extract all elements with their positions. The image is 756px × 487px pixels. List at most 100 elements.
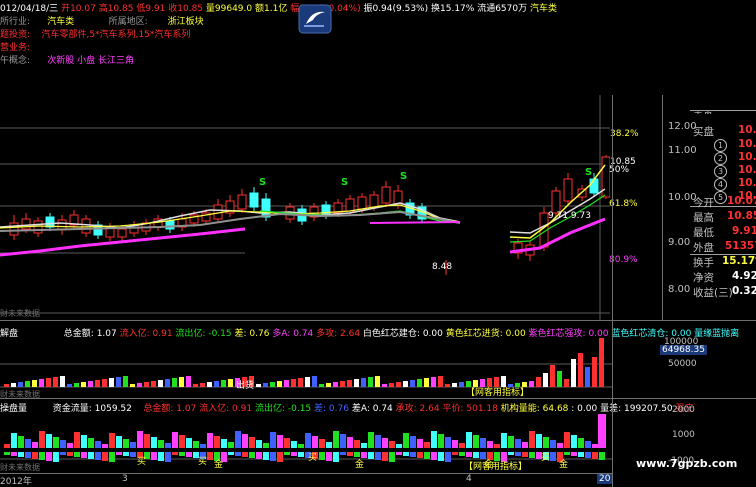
- ind2-bar-neg: [116, 452, 122, 455]
- ma-magenta-right: [369, 221, 461, 224]
- float-shares: 流通6570万: [477, 4, 528, 14]
- ind2-bar: [375, 435, 381, 448]
- ind2-bar-neg: [403, 452, 409, 456]
- ind1-bar: [543, 373, 548, 387]
- ind2-bar-neg: [95, 452, 101, 460]
- ind1-bar: [333, 382, 338, 387]
- ind1-bar: [263, 383, 268, 387]
- ind2-bar: [207, 433, 213, 448]
- ind2-bar: [179, 435, 185, 448]
- ind2-bar-neg: [298, 452, 304, 457]
- ind2-bar-neg: [585, 452, 591, 458]
- ind1-bar: [46, 378, 51, 387]
- ind2-bar: [11, 433, 17, 448]
- ind2-bar: [123, 439, 129, 448]
- high-value: 10.85: [727, 210, 756, 222]
- ind2-bar-neg: [459, 452, 465, 456]
- ind2-bar: [340, 434, 346, 448]
- main-chart[interactable]: S S S S: [0, 95, 611, 320]
- ind2-bar-neg: [207, 452, 213, 460]
- ind2-bar: [557, 443, 563, 448]
- ind2-bar-neg: [102, 452, 108, 461]
- ind2-bar: [312, 436, 318, 448]
- ind1-bar: [165, 379, 170, 387]
- theme-value: 次新股 小盘 长江三角: [47, 56, 134, 66]
- ind2-bar-neg: [508, 452, 514, 455]
- ind2-bar: [550, 440, 556, 448]
- level-3-price: 10.8: [738, 164, 756, 176]
- ind2-bar: [389, 441, 395, 448]
- ind2-bar-neg: [186, 452, 192, 457]
- ind2-bar: [403, 433, 409, 448]
- ind2-bar: [102, 444, 108, 448]
- ind2-bar-neg: [172, 452, 178, 455]
- concept-value: 汽车零部件,5*汽车系列,15*汽车系列: [41, 30, 191, 40]
- ind2-bar-neg: [571, 452, 577, 456]
- main-watermark: 财未来数据: [0, 309, 40, 318]
- ind2-bar: [473, 435, 479, 448]
- buy-mark: 买: [198, 456, 207, 467]
- ind2-bar: [452, 440, 458, 448]
- ind2-bar: [32, 442, 38, 448]
- ind1-bar: [410, 380, 415, 387]
- ind2-bar: [165, 443, 171, 448]
- ind2-bar: [585, 441, 591, 448]
- ind1-bar: [375, 376, 380, 387]
- s-mark: S: [259, 177, 266, 188]
- ind2-bar: [480, 438, 486, 448]
- ind1-bar: [144, 382, 149, 387]
- ind1-bar: [284, 380, 289, 387]
- buy-mark: 买: [308, 452, 317, 463]
- ind1-bar: [578, 353, 583, 387]
- ind2-bar: [438, 434, 444, 448]
- s-mark: S: [400, 171, 407, 182]
- y-tick-800: 8.00: [668, 284, 691, 295]
- ind1-bar: [270, 382, 275, 387]
- net-label: 净资: [693, 272, 714, 284]
- ind2-bar-neg: [389, 452, 395, 462]
- ind1-bar: [116, 377, 121, 387]
- ind2-bar-neg: [277, 452, 283, 462]
- ind2-bar-neg: [431, 452, 437, 460]
- ind2-bar: [277, 435, 283, 448]
- ind2-bar: [466, 432, 472, 448]
- level-1-icon: 1: [714, 139, 727, 152]
- ind2-bar-neg: [529, 452, 535, 458]
- ind2-bar: [578, 438, 584, 448]
- ind2-bar: [326, 442, 332, 448]
- ind1-bar: [123, 376, 128, 387]
- ind2-bar: [319, 439, 325, 448]
- buy-mark: 买: [137, 456, 146, 467]
- ind2-bar-neg: [60, 452, 66, 455]
- ind2-bar: [95, 441, 101, 448]
- open-value: 10.07: [727, 195, 756, 207]
- y-tick-1100: 11.00: [668, 145, 697, 156]
- ind2-bar: [109, 433, 115, 448]
- ind2-bar: [515, 439, 521, 448]
- ind2-bar-neg: [39, 452, 45, 460]
- ind2-bar: [424, 442, 430, 448]
- ind1-bar: [424, 378, 429, 387]
- ind1-bar: [564, 379, 569, 387]
- ind2-bar-neg: [452, 452, 458, 455]
- outer-label: 外盘: [693, 242, 714, 254]
- ind1-bar: [25, 381, 30, 387]
- region-value: 浙江板块: [167, 17, 204, 27]
- ind1-bar: [557, 371, 562, 387]
- ind1-bar: [291, 379, 296, 387]
- ind2-bar: [249, 437, 255, 448]
- ind2-bar: [354, 440, 360, 448]
- open-label: 今开: [693, 197, 714, 209]
- ind2-bar: [81, 435, 87, 448]
- ind2-bar: [130, 442, 136, 448]
- ind1-bar: [599, 327, 604, 387]
- ind2-bar-neg: [347, 452, 353, 456]
- ind2-bar-neg: [368, 452, 374, 459]
- ind2-bar-neg: [263, 452, 269, 460]
- candlestick: [57, 215, 67, 235]
- turn-value: 15.17%: [722, 255, 756, 267]
- close: 收10.85: [168, 4, 204, 14]
- turnover: 换15.17%: [431, 4, 475, 14]
- ind1-bar: [214, 381, 219, 387]
- ind2-top-divider: [0, 398, 756, 399]
